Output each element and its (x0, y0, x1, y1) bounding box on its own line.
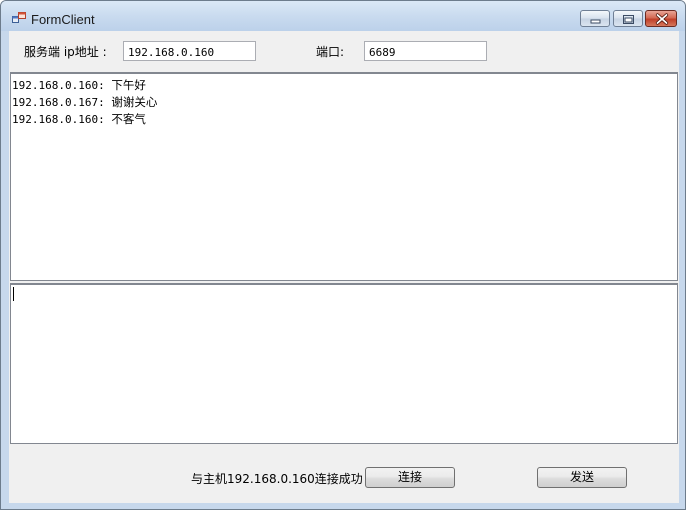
chat-message: 192.168.0.160: 下午好 (12, 77, 676, 94)
window-title: FormClient (31, 12, 95, 27)
minimize-icon (590, 19, 601, 24)
message-text: 谢谢关心 (111, 95, 158, 109)
port-input[interactable] (364, 41, 487, 61)
minimize-button[interactable] (580, 10, 610, 27)
message-sender: 192.168.0.167: (12, 96, 105, 109)
client-area: 服务端 ip地址 : 端口: 192.168.0.160: 下午好 192.16… (9, 31, 679, 503)
close-icon (655, 13, 669, 25)
message-text: 下午好 (111, 78, 146, 92)
server-ip-input[interactable] (123, 41, 256, 61)
port-label: 端口: (316, 45, 345, 59)
connect-button[interactable]: 连接 (365, 467, 455, 488)
chat-history[interactable]: 192.168.0.160: 下午好 192.168.0.167: 谢谢关心 1… (10, 72, 678, 281)
maximize-button[interactable] (613, 10, 643, 27)
connection-status: 与主机192.168.0.160连接成功 (191, 472, 363, 486)
app-form-icon (12, 12, 26, 24)
message-sender: 192.168.0.160: (12, 79, 105, 92)
title-bar[interactable]: FormClient (1, 1, 685, 31)
close-button[interactable] (645, 10, 677, 27)
message-sender: 192.168.0.160: (12, 113, 105, 126)
form-client-window: FormClient 服务端 ip地址 : 端口: 192.168.0 (0, 0, 686, 510)
server-ip-label: 服务端 ip地址 : (24, 45, 107, 59)
message-input[interactable] (10, 283, 678, 444)
chat-message: 192.168.0.167: 谢谢关心 (12, 94, 676, 111)
text-caret (13, 287, 14, 301)
chat-message: 192.168.0.160: 不客气 (12, 111, 676, 128)
message-text: 不客气 (111, 112, 146, 126)
send-button[interactable]: 发送 (537, 467, 627, 488)
maximize-icon (623, 15, 634, 24)
